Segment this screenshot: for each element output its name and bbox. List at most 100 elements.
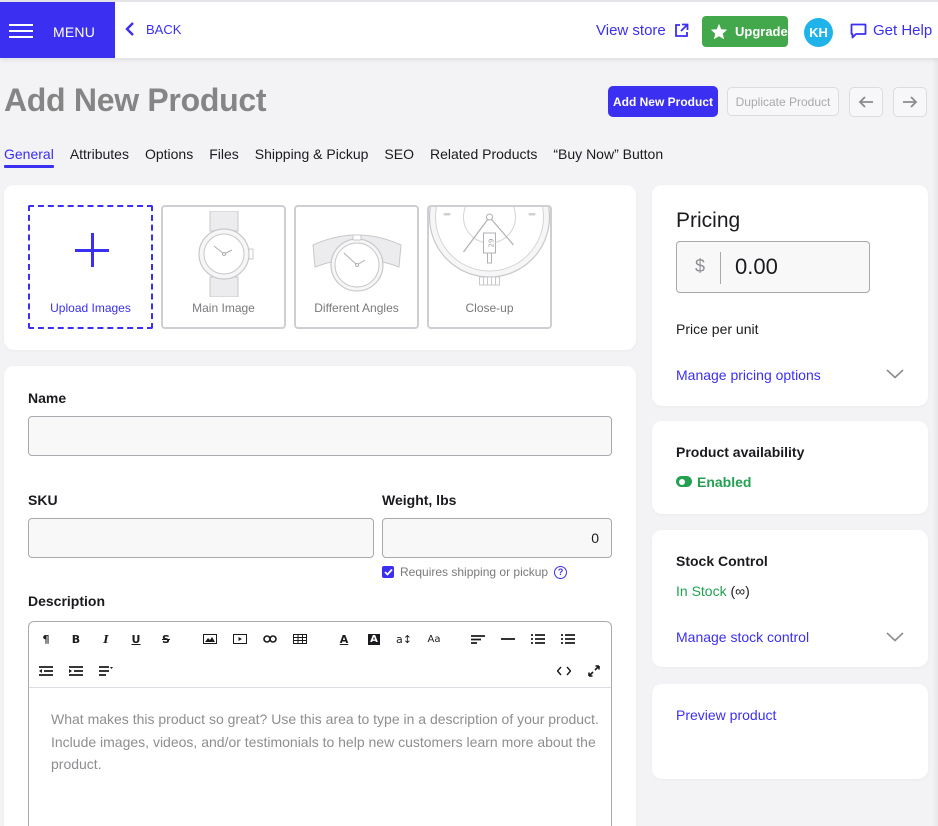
stock-control-card: Stock Control In Stock (∞) Manage stock … (652, 530, 928, 667)
help-icon[interactable]: ? (554, 565, 568, 579)
view-store-label: View store (596, 22, 666, 39)
view-store-link[interactable]: View store (596, 22, 689, 39)
insert-link-icon[interactable] (259, 629, 281, 649)
horizontal-line-icon[interactable] (497, 629, 519, 649)
watch-angled-icon (311, 234, 402, 292)
top-bar: MENU BACK View store Upgrade KH Get Help (0, 0, 938, 58)
get-help-link[interactable]: Get Help (850, 22, 932, 39)
tab-buy-now-button[interactable]: “Buy Now” Button (553, 146, 663, 168)
requires-shipping-row: Requires shipping or pickup ? (382, 565, 568, 579)
code-view-icon[interactable] (553, 661, 575, 681)
bold-icon[interactable]: B (65, 629, 87, 649)
indent-icon[interactable] (65, 661, 87, 681)
outdent-icon[interactable] (35, 661, 57, 681)
chevron-down-icon[interactable] (886, 369, 904, 379)
main-image-slot[interactable]: Main Image (161, 205, 286, 329)
requires-shipping-label: Requires shipping or pickup (400, 565, 549, 579)
product-images-card: Upload Images Main Image Different Angle… (4, 185, 636, 350)
requires-shipping-checkbox[interactable] (382, 566, 394, 578)
background-color-icon[interactable]: A (363, 629, 385, 649)
pricing-title: Pricing (676, 209, 741, 232)
duplicate-product-button[interactable]: Duplicate Product (727, 87, 839, 116)
fullscreen-icon[interactable] (583, 661, 605, 681)
different-angles-slot[interactable]: Different Angles (294, 205, 419, 329)
availability-toggle[interactable] (676, 476, 692, 487)
font-size-icon[interactable]: Aa (423, 629, 445, 649)
external-link-icon (674, 23, 689, 37)
availability-status: Enabled (697, 474, 752, 490)
stock-status-row: In Stock (∞) (676, 583, 750, 599)
currency-symbol: $ (695, 256, 706, 276)
tab-general[interactable]: General (4, 146, 54, 168)
chat-bubble-icon (850, 23, 867, 38)
menu-button[interactable]: MENU (0, 2, 115, 58)
manage-pricing-options-link[interactable]: Manage pricing options (676, 367, 821, 383)
ordered-list-icon[interactable] (557, 629, 579, 649)
tab-files[interactable]: Files (209, 146, 239, 168)
name-input[interactable] (28, 416, 612, 456)
plus-icon (75, 233, 109, 267)
product-details-card: Name SKU Weight, lbs Requires shipping o… (4, 366, 636, 826)
upgrade-label: Upgrade (735, 24, 788, 39)
availability-title: Product availability (676, 444, 805, 460)
stock-status: In Stock (676, 583, 727, 599)
description-placeholder[interactable]: What makes this product so great? Use th… (51, 708, 601, 776)
pricing-card: Pricing $ 0.00 Price per unit Manage pri… (652, 185, 928, 406)
main-image-label: Main Image (192, 301, 255, 315)
add-new-product-button[interactable]: Add New Product (608, 86, 718, 117)
price-unit-label: Price per unit (676, 321, 759, 337)
tab-options[interactable]: Options (145, 146, 193, 168)
description-label: Description (28, 593, 106, 609)
upload-images-button[interactable]: Upload Images (28, 205, 153, 329)
watch-front-icon (197, 211, 253, 297)
strikethrough-icon[interactable]: S (155, 629, 177, 649)
sku-input[interactable] (28, 518, 374, 558)
star-icon (710, 23, 728, 40)
paragraph-format-icon[interactable]: ¶ (35, 629, 57, 649)
watch-closeup-icon: 29 (429, 207, 550, 286)
tab-seo[interactable]: SEO (384, 146, 414, 168)
chevron-down-icon[interactable] (886, 632, 904, 642)
previous-product-button[interactable] (849, 87, 883, 117)
checkmark-icon (383, 568, 393, 576)
upgrade-button[interactable]: Upgrade (702, 16, 788, 47)
stock-title: Stock Control (676, 553, 768, 569)
sku-label: SKU (28, 492, 58, 508)
unordered-list-icon[interactable] (527, 629, 549, 649)
next-product-button[interactable] (893, 87, 927, 117)
insert-table-icon[interactable] (289, 629, 311, 649)
arrow-left-icon (858, 96, 873, 108)
arrow-right-icon (903, 96, 918, 108)
hamburger-icon (9, 24, 33, 38)
weight-label: Weight, lbs (382, 492, 457, 508)
tab-related-products[interactable]: Related Products (430, 146, 537, 168)
tab-shipping-pickup[interactable]: Shipping & Pickup (255, 146, 369, 168)
price-value: 0.00 (735, 254, 778, 279)
tab-attributes[interactable]: Attributes (70, 146, 129, 168)
align-left-icon[interactable] (467, 629, 489, 649)
close-up-label: Close-up (465, 301, 514, 315)
insert-video-icon[interactable] (229, 629, 251, 649)
back-button[interactable]: BACK (124, 21, 181, 37)
svg-text:29: 29 (487, 239, 495, 248)
weight-input[interactable] (382, 518, 612, 558)
user-avatar[interactable]: KH (804, 18, 833, 47)
price-divider (720, 252, 721, 284)
product-tabs: General Attributes Options Files Shippin… (4, 146, 679, 168)
insert-image-icon[interactable] (199, 629, 221, 649)
manage-stock-control-link[interactable]: Manage stock control (676, 629, 809, 645)
close-up-slot[interactable]: 29 Close-up (427, 205, 552, 329)
text-color-icon[interactable]: A (333, 629, 355, 649)
paragraph-style-icon[interactable] (95, 661, 117, 681)
editor-toolbar: ¶ B I U S A A a↕ Aa (29, 622, 611, 688)
price-input[interactable]: $ 0.00 (676, 241, 870, 293)
description-editor: ¶ B I U S A A a↕ Aa What makes this prod… (28, 621, 612, 826)
italic-icon[interactable]: I (95, 629, 117, 649)
name-label: Name (28, 390, 67, 406)
underline-icon[interactable]: U (125, 629, 147, 649)
upload-images-label: Upload Images (50, 301, 131, 315)
page-scrollbar[interactable] (932, 58, 938, 826)
back-label: BACK (146, 21, 182, 37)
preview-product-link[interactable]: Preview product (676, 707, 776, 723)
line-height-icon[interactable]: a↕ (393, 629, 415, 649)
